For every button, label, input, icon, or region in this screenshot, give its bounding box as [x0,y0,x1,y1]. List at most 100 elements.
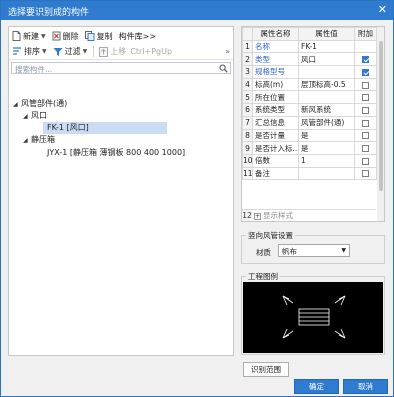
new-file-icon [12,31,21,41]
toolbar-secondary: 排序 ▼ 过滤 ▼ 上移 Ctrl+PgUp » [9,44,233,60]
search-placeholder: 搜索构件... [15,65,53,74]
property-value[interactable]: 新风系统 [298,103,355,117]
property-extra-cell [354,153,377,168]
property-value[interactable]: 风口 [298,52,355,67]
property-row[interactable]: 7 汇总信息 风管部件(通) [242,115,377,130]
air-outlet-symbol-icon [282,295,346,339]
row-number: 7 [242,115,253,130]
delete-label: 删除 [62,31,79,41]
dialog-title: 选择要识别成的构件 [8,8,90,18]
property-value[interactable]: 风管部件(通) [298,115,355,130]
property-row[interactable]: 6 系统类型 新风系统 [242,103,377,117]
close-icon[interactable]: ✕ [378,3,387,17]
tree-node-group[interactable]: ◢ 风口 [23,110,47,122]
extra-checkbox[interactable] [362,94,369,102]
copy-button[interactable]: 复制 [84,31,113,42]
chevron-down-icon: ▼ [341,247,346,254]
extra-checkbox[interactable] [362,68,369,76]
property-row[interactable]: 5 所在位置 [242,90,377,105]
property-name: 类型 [252,52,299,67]
new-button[interactable]: 新建 ▼ [12,31,46,42]
property-row[interactable]: 8 是否计量是 [242,128,377,143]
delete-icon [52,31,61,41]
property-row[interactable]: 9 是否计入标... 是 [242,141,377,155]
search-icon[interactable] [219,64,228,73]
cancel-button[interactable]: 取消 [343,379,388,394]
toolbar-divider [93,46,95,57]
filter-icon [53,47,63,56]
row-number-header [242,27,253,41]
tree-node-item-selected[interactable]: FK-1 [风口] [43,122,167,134]
property-row[interactable]: 10 倍数 1 [242,153,377,168]
vertical-scrollbar[interactable] [377,27,384,221]
extra-checkbox[interactable] [362,157,369,165]
tree-node-group[interactable]: ◢ 静压箱 [23,134,55,146]
library-label: 构件库>> [118,31,157,41]
tree-node-label: 风口 [31,111,47,120]
material-value: 帆布 [282,247,297,256]
move-up-label: 上移 [110,47,127,56]
sort-button[interactable]: 排序 ▼ [12,46,47,57]
expand-icon[interactable]: + [254,212,261,220]
tree-node-root[interactable]: ◢ 风管部件(通) [13,98,67,110]
property-name: 所在位置 [252,90,299,105]
property-value[interactable]: 是 [298,128,355,143]
extra-checkbox[interactable] [362,145,369,153]
property-value[interactable]: FK-1 [298,39,355,54]
property-extra-cell [354,141,377,155]
extra-checkbox[interactable] [362,56,369,64]
property-value[interactable] [298,90,355,105]
sort-label: 排序 [24,47,40,56]
property-value[interactable]: 是 [298,141,355,155]
ok-button[interactable]: 确定 [294,379,339,394]
collapse-icon[interactable]: ◢ [23,111,31,123]
move-up-button[interactable]: 上移 Ctrl+PgUp [99,46,172,57]
tree-node-label: JYX-1 [静压箱 薄钢板 800 400 1000] [47,148,186,157]
column-header: 属性名称 [252,27,299,41]
show-style-row[interactable]: 12 + 显示样式 [242,209,376,221]
toolbar-primary: 新建 ▼ 删除 复制 构件库>> [9,28,233,44]
filter-button[interactable]: 过滤 ▼ [53,46,88,57]
column-header: 属性值 [298,27,355,41]
extra-checkbox[interactable] [362,106,369,114]
new-label: 新建 [23,31,39,41]
property-extra-cell [354,65,377,79]
toolbar-overflow-icon[interactable]: » [225,47,230,56]
row-number: 4 [242,77,253,92]
extra-checkbox[interactable] [362,81,369,89]
row-number: 10 [242,153,253,168]
extra-checkbox[interactable] [362,132,369,140]
property-value[interactable] [298,65,355,79]
property-extra-cell [354,39,377,54]
property-row[interactable]: 11 备注 [242,166,377,181]
property-value[interactable] [298,166,355,181]
library-button[interactable]: 构件库>> [119,31,156,42]
chevron-down-icon[interactable]: ▼ [83,48,88,55]
extra-checkbox[interactable] [362,170,369,178]
property-row[interactable]: 1 名称 FK-1 [242,39,377,54]
chevron-down-icon[interactable]: ▼ [42,48,47,55]
collapse-icon[interactable]: ◢ [13,99,21,111]
material-select[interactable]: 帆布 ▼ [278,244,350,257]
material-label: 材质 [256,248,271,257]
delete-button[interactable]: 删除 [52,31,79,42]
property-row[interactable]: 3 规格型号 [242,65,377,79]
collapse-icon[interactable]: ◢ [23,135,31,147]
scrollbar-thumb[interactable] [379,41,383,191]
property-row[interactable]: 4 标高(m) 层顶标高-0.5 [242,77,377,92]
property-grid: 属性名称 属性值 附加 1 名称 FK-1 2 类型 风口 3 规格型号 4 标高(m) 层顶标高-… [242,27,377,181]
recognition-range-button[interactable]: 识别范围 [243,362,289,377]
property-name: 标高(m) [252,77,299,92]
row-number: 2 [242,52,253,67]
property-name: 是否计入标... [252,141,299,155]
search-input[interactable]: 搜索构件... [11,62,231,74]
extra-checkbox[interactable] [362,119,369,127]
legend-preview-group: 工程图例 [241,271,385,355]
property-row[interactable]: 2 类型 风口 [242,52,377,67]
tree-node-label: 静压箱 [31,135,55,144]
property-value[interactable]: 1 [298,153,355,168]
chevron-down-icon[interactable]: ▼ [41,33,46,40]
property-value[interactable]: 层顶标高-0.5 [298,77,355,92]
row-number: 6 [242,103,253,117]
tree-node-item[interactable]: JYX-1 [静压箱 薄钢板 800 400 1000] [47,147,185,159]
